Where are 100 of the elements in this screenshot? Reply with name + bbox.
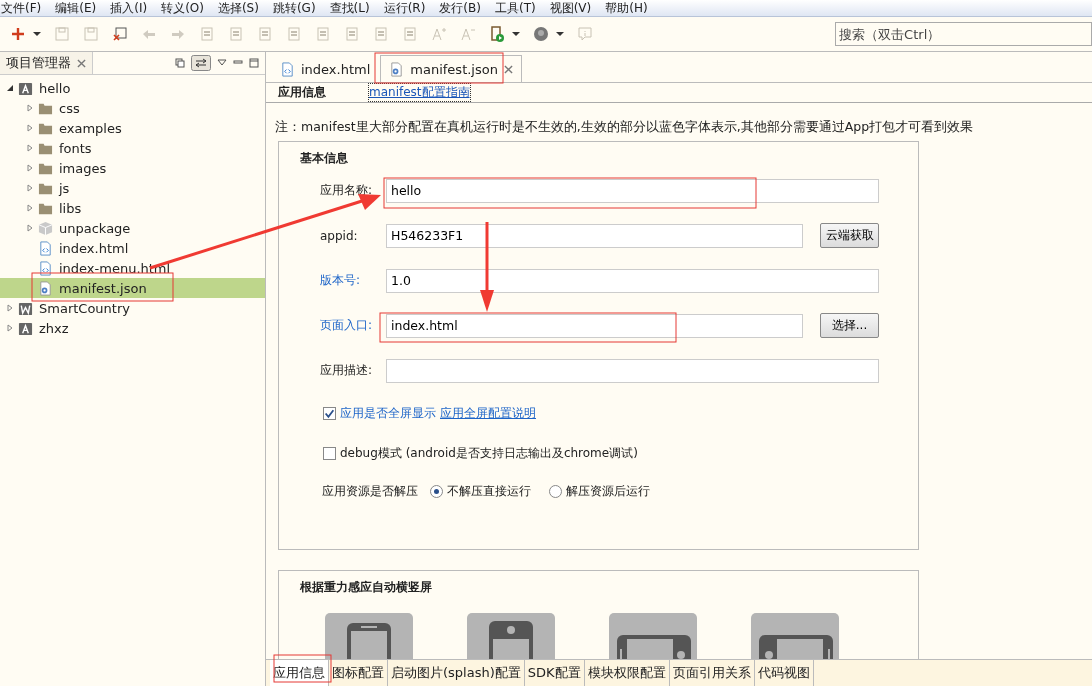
checkbox[interactable]: [323, 446, 336, 460]
landscape-phone-icon[interactable]: [751, 613, 839, 659]
font-larger-icon[interactable]: [431, 26, 447, 42]
caret-icon[interactable]: [33, 30, 41, 38]
checkbox-label[interactable]: debug模式 (android是否支持日志输出及chrome调试): [340, 444, 638, 462]
menu-item[interactable]: 帮助(H): [604, 0, 655, 17]
radio-button[interactable]: [430, 484, 443, 498]
editor-tab[interactable]: index.html: [272, 56, 379, 82]
view-menu-icon[interactable]: [217, 58, 227, 68]
radio-label[interactable]: 解压资源后运行: [566, 482, 650, 500]
radio-button[interactable]: [549, 484, 562, 498]
action-button[interactable]: 云端获取: [820, 223, 879, 248]
portrait-phone-icon[interactable]: [467, 613, 555, 659]
close-files-icon[interactable]: [112, 26, 128, 42]
collapsed-arrow-icon[interactable]: [26, 204, 34, 212]
project-icon: [18, 320, 33, 336]
tree-item[interactable]: images: [57, 160, 107, 176]
menu-item[interactable]: 插入(I): [109, 0, 155, 17]
toolbar-icon[interactable]: [402, 26, 418, 42]
tree-item[interactable]: zhxz: [37, 320, 69, 336]
close-icon[interactable]: [77, 58, 86, 68]
bottom-tab[interactable]: 图标配置: [329, 660, 388, 686]
tree-item[interactable]: index.html: [57, 240, 129, 256]
bottom-tab[interactable]: SDK配置: [524, 660, 585, 686]
caret-icon[interactable]: [556, 30, 564, 38]
toolbar-icon[interactable]: [228, 26, 244, 42]
tree-item[interactable]: hello: [37, 80, 71, 96]
toolbar-icon[interactable]: [373, 26, 389, 42]
link-editor-icon[interactable]: [191, 55, 211, 71]
menu-item[interactable]: 跳转(G): [271, 0, 323, 17]
search-field[interactable]: 搜索（双击Ctrl）: [835, 22, 1092, 46]
field-label: 应用描述:: [320, 362, 374, 379]
menu-item[interactable]: 文件(F): [0, 0, 49, 17]
tree-item[interactable]: examples: [57, 120, 122, 136]
bottom-tab[interactable]: 启动图片(splash)配置: [388, 660, 525, 686]
html-file-icon: [38, 240, 53, 256]
guide-link[interactable]: manifest配置指南: [368, 83, 471, 102]
collapsed-arrow-icon[interactable]: [26, 104, 34, 112]
tree-item[interactable]: js: [57, 180, 70, 196]
toolbar-icon[interactable]: [199, 26, 215, 42]
menu-item[interactable]: 视图(V): [548, 0, 599, 17]
menu-item[interactable]: 运行(R): [382, 0, 433, 17]
menu-item[interactable]: 编辑(E): [54, 0, 104, 17]
menu-item[interactable]: 查找(L): [328, 0, 377, 17]
action-button[interactable]: 选择...: [820, 313, 879, 338]
group-title: 根据重力感应自动横竖屏: [299, 579, 433, 596]
field-label: 页面入口:: [320, 317, 374, 334]
text-field[interactable]: H546233F1: [386, 223, 803, 248]
tree-item[interactable]: index-menu.html: [57, 260, 171, 276]
collapsed-arrow-icon[interactable]: [6, 324, 14, 332]
editor-tab[interactable]: manifest.json: [380, 55, 522, 82]
radio-group-label: 应用资源是否解压: [322, 482, 418, 500]
menu-item[interactable]: 工具(T): [493, 0, 543, 17]
tree-item[interactable]: SmartCountry: [37, 300, 130, 316]
bottom-tab[interactable]: 代码视图: [754, 660, 814, 686]
collapsed-arrow-icon[interactable]: [6, 304, 14, 312]
portrait-phone-icon[interactable]: [325, 613, 413, 659]
note-text: 注：manifest里大部分配置在真机运行时是不生效的,生效的部分以蓝色字体表示,其他部分需要通过App打包才可看到效果: [274, 118, 975, 136]
run-device-icon[interactable]: [489, 26, 505, 42]
menu-item[interactable]: 转义(O): [160, 0, 211, 17]
menu-item[interactable]: 发行(B): [438, 0, 488, 17]
plus-icon[interactable]: [10, 26, 26, 42]
collapsed-arrow-icon[interactable]: [26, 124, 34, 132]
html-file-icon: [38, 260, 53, 276]
field-label: 版本号:: [320, 272, 362, 289]
bottom-tab[interactable]: 应用信息: [270, 660, 329, 686]
landscape-phone-icon[interactable]: [609, 613, 697, 659]
checkbox-label[interactable]: 应用是否全屏显示: [340, 404, 436, 422]
text-field[interactable]: 1.0: [386, 268, 879, 293]
maximize-icon[interactable]: [249, 58, 259, 68]
text-field[interactable]: hello: [386, 178, 879, 203]
tree-item[interactable]: libs: [57, 200, 82, 216]
text-field[interactable]: index.html: [386, 313, 803, 338]
toolbar-icon[interactable]: [286, 26, 302, 42]
collapse-all-icon[interactable]: [175, 58, 185, 68]
tree-item[interactable]: fonts: [57, 140, 92, 156]
panel-tab[interactable]: 项目管理器: [0, 52, 93, 74]
page-title: 应用信息: [278, 84, 326, 101]
text-field[interactable]: [386, 358, 879, 383]
bottom-tab[interactable]: 模块权限配置: [584, 660, 670, 686]
caret-icon[interactable]: [512, 30, 520, 38]
radio-label[interactable]: 不解压直接运行: [447, 482, 531, 500]
field-label: 应用名称:: [320, 182, 374, 199]
collapsed-arrow-icon[interactable]: [26, 164, 34, 172]
font-smaller-icon[interactable]: [460, 26, 476, 42]
bottom-tab[interactable]: 页面引用关系: [669, 660, 755, 686]
close-icon[interactable]: [503, 64, 513, 74]
checkbox[interactable]: [323, 406, 336, 420]
menu-item[interactable]: 选择(S): [216, 0, 266, 17]
expanded-arrow-icon[interactable]: [6, 84, 14, 92]
tree-item[interactable]: css: [57, 100, 80, 116]
toolbar-icon[interactable]: [257, 26, 273, 42]
toolbar-icon[interactable]: [344, 26, 360, 42]
tree-item[interactable]: unpackage: [57, 220, 131, 236]
html-file-icon: [280, 61, 295, 77]
collapsed-arrow-icon[interactable]: [26, 224, 34, 232]
fullscreen-help-link[interactable]: 应用全屏配置说明: [440, 404, 536, 422]
collapsed-arrow-icon[interactable]: [26, 184, 34, 192]
toolbar-icon[interactable]: [315, 26, 331, 42]
collapsed-arrow-icon[interactable]: [26, 144, 34, 152]
